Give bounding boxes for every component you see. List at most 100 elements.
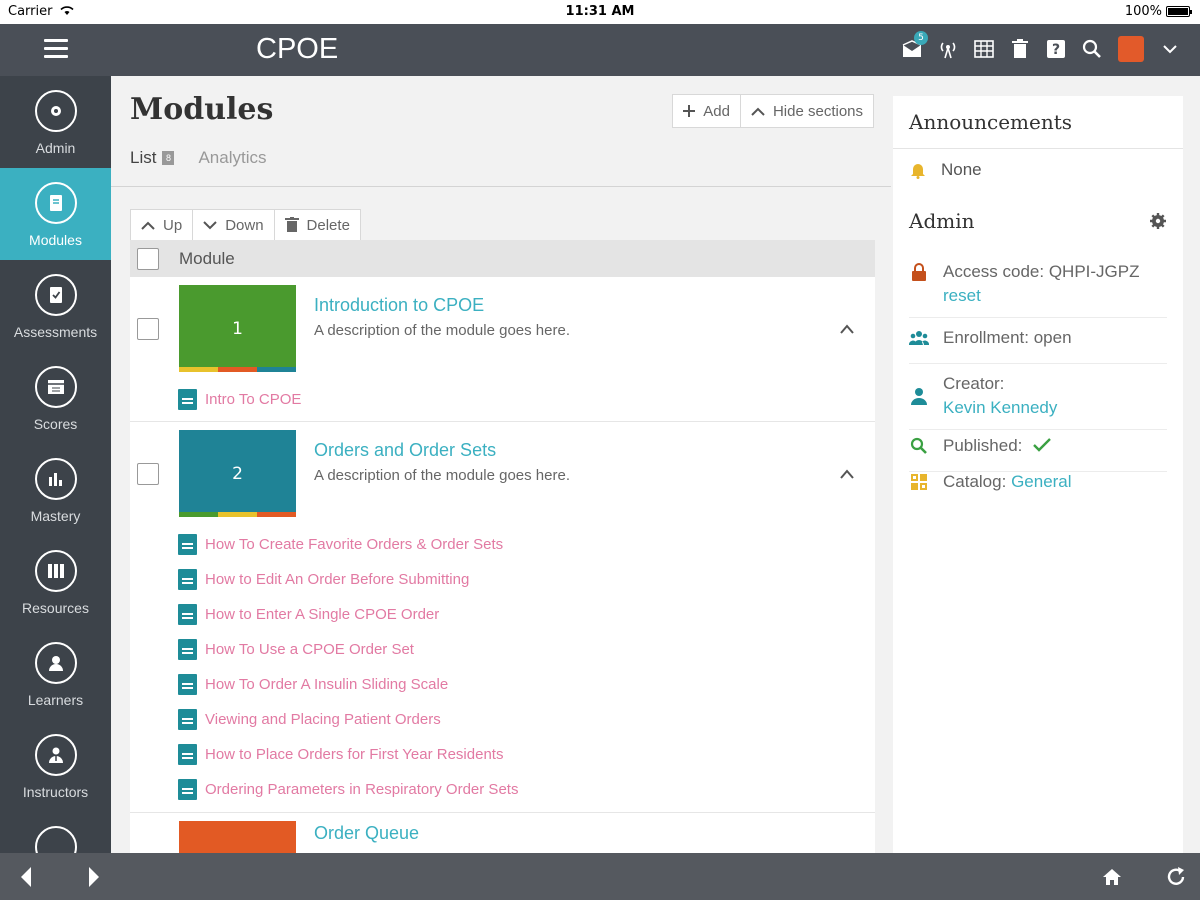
- module-thumbnail[interactable]: 2: [179, 430, 296, 517]
- module-list-header: Module: [130, 240, 875, 277]
- creator-name-link[interactable]: Kevin Kennedy: [943, 396, 1057, 420]
- books-icon: [34, 550, 77, 592]
- sidebar-item-assessments[interactable]: Assessments: [0, 260, 111, 352]
- module-thumbnail[interactable]: [179, 821, 296, 853]
- gear-icon[interactable]: [1149, 212, 1167, 230]
- column-header-module: Module: [179, 248, 235, 268]
- sidebar-item-resources[interactable]: Resources: [0, 536, 111, 628]
- select-all-checkbox[interactable]: [137, 247, 159, 270]
- browser-bottom-bar: [0, 853, 1200, 900]
- book-icon: [34, 182, 77, 224]
- document-icon: [178, 639, 197, 660]
- module-title-link[interactable]: Orders and Order Sets: [314, 440, 496, 461]
- hide-sections-button[interactable]: Hide sections: [739, 95, 873, 127]
- section-title: How to Edit An Order Before Submitting: [205, 571, 470, 588]
- announcements-heading: Announcements: [909, 110, 1073, 134]
- thumbnail-stripe: [179, 512, 296, 517]
- section-link[interactable]: How to Place Orders for First Year Resid…: [178, 737, 518, 772]
- enrollment-row: Enrollment: open: [909, 326, 1167, 364]
- refresh-icon[interactable]: [1164, 865, 1188, 889]
- published-text: Published:: [943, 434, 1051, 471]
- move-down-button[interactable]: Down: [192, 210, 273, 240]
- module-thumbnail[interactable]: 1: [179, 285, 296, 372]
- divider: [893, 148, 1183, 149]
- section-link[interactable]: How To Create Favorite Orders & Order Se…: [178, 527, 518, 562]
- sidebar-item-label: Scores: [33, 416, 78, 432]
- document-icon: [178, 674, 197, 695]
- home-icon[interactable]: [1100, 865, 1124, 889]
- tab-analytics[interactable]: Analytics: [198, 148, 266, 168]
- tab-list[interactable]: List 8: [130, 148, 175, 168]
- add-module-button[interactable]: Add: [673, 95, 740, 127]
- sidebar-item-more[interactable]: [0, 812, 111, 853]
- sidebar-item-learners[interactable]: Learners: [0, 628, 111, 720]
- sidebar-item-modules[interactable]: Modules: [0, 168, 111, 260]
- move-up-button[interactable]: Up: [131, 210, 192, 240]
- section-link[interactable]: How to Edit An Order Before Submitting: [178, 562, 518, 597]
- chevron-down-icon[interactable]: [1160, 39, 1180, 59]
- grid-calendar-icon[interactable]: [974, 39, 994, 59]
- sidebar-item-label: Assessments: [13, 324, 98, 340]
- module-sections: How To Create Favorite Orders & Order Se…: [178, 527, 518, 807]
- view-tabs: List 8 Analytics: [130, 148, 267, 168]
- section-link[interactable]: How to Enter A Single CPOE Order: [178, 597, 518, 632]
- sidebar-item-admin[interactable]: Admin: [0, 76, 111, 168]
- antenna-icon[interactable]: [938, 39, 958, 59]
- admin-heading: Admin: [909, 209, 975, 233]
- module-title-link[interactable]: Introduction to CPOE: [314, 295, 484, 316]
- clock-time: 11:31 AM: [565, 4, 635, 19]
- menu-icon[interactable]: [44, 39, 68, 61]
- module-description: A description of the module goes here.: [314, 467, 570, 484]
- reset-access-code-link[interactable]: reset: [943, 284, 1140, 308]
- thumbnail-stripe: [179, 367, 296, 372]
- section-link[interactable]: Viewing and Placing Patient Orders: [178, 702, 518, 737]
- add-label: Add: [703, 102, 730, 120]
- page-title: Modules: [130, 92, 274, 127]
- module-row: 1 Introduction to CPOE A description of …: [130, 277, 875, 422]
- delete-label: Delete: [306, 216, 350, 234]
- module-checkbox[interactable]: [137, 463, 159, 485]
- document-icon: [178, 389, 197, 410]
- enrollment-text: Enrollment: open: [943, 328, 1072, 347]
- battery-icon: [1166, 6, 1192, 17]
- collapse-chevron-icon[interactable]: [839, 323, 855, 335]
- catalog-link[interactable]: General: [1011, 472, 1071, 491]
- section-title: How To Create Favorite Orders & Order Se…: [205, 536, 504, 553]
- user-avatar[interactable]: [1118, 36, 1144, 62]
- module-title-link[interactable]: Order Queue: [314, 823, 419, 844]
- section-link[interactable]: How To Order A Insulin Sliding Scale: [178, 667, 518, 702]
- trash-icon[interactable]: [1010, 39, 1030, 59]
- lock-icon: [909, 262, 929, 282]
- chevron-up-icon: [751, 107, 765, 116]
- section-title: Ordering Parameters in Respiratory Order…: [205, 781, 519, 798]
- module-checkbox[interactable]: [137, 318, 159, 340]
- info-panel: Announcements None Admin Access code: QH…: [891, 76, 1200, 853]
- collapse-chevron-icon[interactable]: [839, 468, 855, 480]
- announcements-empty: None: [909, 160, 982, 180]
- search-icon[interactable]: [1082, 39, 1102, 59]
- catalog-row: Catalog: General: [909, 470, 1167, 508]
- section-link[interactable]: Intro To CPOE: [178, 382, 301, 417]
- sidebar-item-instructors[interactable]: Instructors: [0, 720, 111, 812]
- delete-button[interactable]: Delete: [273, 210, 360, 240]
- forward-icon[interactable]: [82, 865, 106, 889]
- trash-icon: [284, 217, 299, 232]
- published-label: Published:: [943, 436, 1023, 455]
- more-icon: [34, 826, 77, 853]
- back-icon[interactable]: [14, 865, 38, 889]
- section-link[interactable]: Ordering Parameters in Respiratory Order…: [178, 772, 518, 807]
- sidebar-item-scores[interactable]: Scores: [0, 352, 111, 444]
- section-link[interactable]: How To Use a CPOE Order Set: [178, 632, 518, 667]
- sidebar-item-label: Mastery: [30, 508, 81, 524]
- info-card: Announcements None Admin Access code: QH…: [893, 96, 1183, 853]
- help-icon[interactable]: ?: [1046, 39, 1066, 59]
- sidebar: Admin Modules Assessments Scores Mastery…: [0, 76, 111, 853]
- catalog-label: Catalog:: [943, 472, 1007, 491]
- sidebar-item-label: Admin: [35, 140, 76, 156]
- module-actions: Add Hide sections: [672, 94, 874, 128]
- sidebar-item-mastery[interactable]: Mastery: [0, 444, 111, 536]
- document-icon: [178, 744, 197, 765]
- sidebar-item-label: Learners: [27, 692, 84, 708]
- notifications-icon[interactable]: 5: [902, 31, 928, 59]
- section-title: Viewing and Placing Patient Orders: [205, 711, 441, 728]
